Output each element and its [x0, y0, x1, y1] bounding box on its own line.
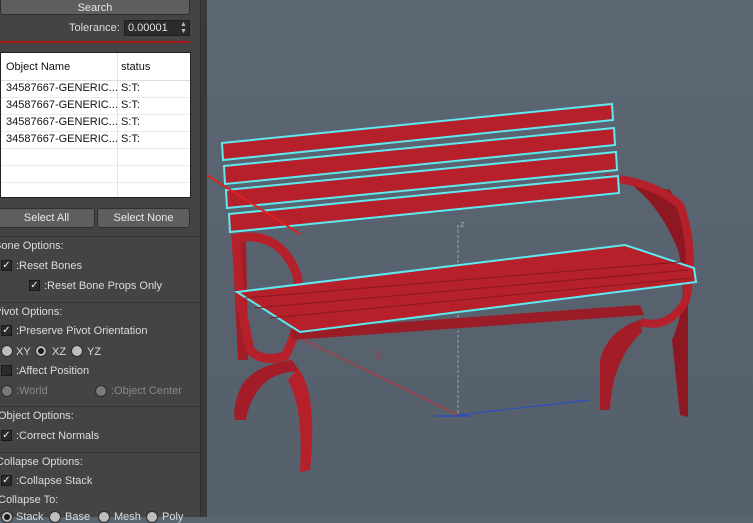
axis-xy-label: XY	[16, 346, 31, 358]
collapse-poly-radio[interactable]	[146, 511, 158, 523]
axis-xz-radio[interactable]	[35, 345, 47, 357]
status-cell: S:T:	[121, 133, 140, 145]
object-options-heading: Object Options:	[0, 410, 74, 422]
bench-right-leg	[600, 320, 642, 410]
list-item[interactable]: 34587667-GENERIC... S:T:	[1, 80, 190, 98]
world-radio[interactable]	[1, 385, 13, 397]
status-cell: S:T:	[121, 82, 140, 94]
bone-options-heading: Bone Options:	[0, 240, 64, 252]
tolerance-label: Tolerance:	[69, 22, 120, 34]
object-center-label: :Object Center	[111, 385, 182, 397]
axis-xy-radio[interactable]	[1, 345, 13, 357]
reset-bones-label: :Reset Bones	[16, 260, 83, 272]
collapse-options-heading: Collapse Options:	[0, 456, 83, 468]
separator-line	[0, 41, 190, 43]
collapse-mesh-radio[interactable]	[98, 511, 110, 523]
object-list[interactable]: Object Name status 34587667-GENERIC... S…	[0, 52, 191, 198]
bench-back-leg	[605, 178, 692, 417]
collapse-base-label: Base	[65, 511, 91, 523]
object-center-radio[interactable]	[95, 385, 107, 397]
collapse-stack-radio[interactable]	[1, 511, 13, 523]
axis-y-label: y	[376, 349, 381, 360]
object-name-cell: 34587667-GENERIC...	[6, 82, 118, 94]
section-divider	[0, 302, 200, 303]
object-name-cell: 34587667-GENERIC...	[6, 116, 118, 128]
scene-svg[interactable]: z y	[207, 0, 753, 517]
axis-yz-radio[interactable]	[71, 345, 83, 357]
collapse-to-heading: Collapse To:	[0, 494, 59, 506]
search-button[interactable]: Search	[0, 0, 190, 15]
gizmo-x-axis	[457, 399, 591, 416]
column-header-object-name[interactable]: Object Name	[6, 61, 70, 73]
status-cell: S:T:	[121, 99, 140, 111]
reset-bones-checkbox[interactable]: ✓	[1, 260, 12, 271]
collapse-base-radio[interactable]	[49, 511, 61, 523]
affect-position-checkbox[interactable]	[1, 365, 12, 376]
axis-xz-label: XZ	[52, 346, 67, 358]
object-name-cell: 34587667-GENERIC...	[6, 99, 118, 111]
collapse-stack-radio-label: Stack	[16, 511, 44, 523]
column-header-status[interactable]: status	[121, 61, 150, 73]
section-divider	[0, 236, 200, 237]
tolerance-spinner[interactable]: 0.00001 ▲ ▼	[124, 20, 190, 36]
section-divider	[0, 406, 200, 407]
world-label: :World	[16, 385, 48, 397]
affect-position-label: :Affect Position	[16, 365, 90, 377]
list-item[interactable]: 34587667-GENERIC... S:T:	[1, 97, 190, 115]
pivot-options-heading: Pivot Options:	[0, 306, 63, 318]
select-all-button[interactable]: Select All	[0, 208, 95, 228]
list-item	[1, 165, 190, 183]
list-header: Object Name status	[1, 53, 190, 81]
list-item	[1, 148, 190, 166]
list-item[interactable]: 34587667-GENERIC... S:T:	[1, 131, 190, 149]
3d-viewport[interactable]: z y	[207, 0, 753, 517]
reset-bone-props-checkbox[interactable]: ✓	[29, 280, 40, 291]
object-name-cell: 34587667-GENERIC...	[6, 133, 118, 145]
status-cell: S:T:	[121, 116, 140, 128]
collapse-stack-label: :Collapse Stack	[16, 475, 93, 487]
correct-normals-label: :Correct Normals	[16, 430, 100, 442]
select-none-button[interactable]: Select None	[97, 208, 190, 228]
section-divider	[0, 452, 200, 453]
collapse-poly-label: Poly	[162, 511, 184, 523]
tolerance-value: 0.00001	[128, 22, 168, 34]
correct-normals-checkbox[interactable]: ✓	[1, 430, 12, 441]
tool-panel: Search Tolerance: 0.00001 ▲ ▼ Object Name…	[0, 0, 200, 523]
axis-z-label: z	[460, 219, 465, 229]
bench-left-leg-front	[288, 368, 313, 472]
preserve-pivot-checkbox[interactable]: ✓	[1, 325, 12, 336]
search-button-label: Search	[77, 2, 113, 14]
bench-left-leg	[234, 360, 300, 420]
spinner-arrows-icon[interactable]: ▲ ▼	[179, 21, 188, 35]
axis-yz-label: YZ	[87, 346, 102, 358]
reset-bone-props-label: :Reset Bone Props Only	[44, 280, 163, 292]
collapse-stack-checkbox[interactable]: ✓	[1, 475, 12, 486]
preserve-pivot-label: :Preserve Pivot Orientation	[16, 325, 148, 337]
list-item[interactable]: 34587667-GENERIC... S:T:	[1, 114, 190, 132]
collapse-mesh-label: Mesh	[114, 511, 141, 523]
